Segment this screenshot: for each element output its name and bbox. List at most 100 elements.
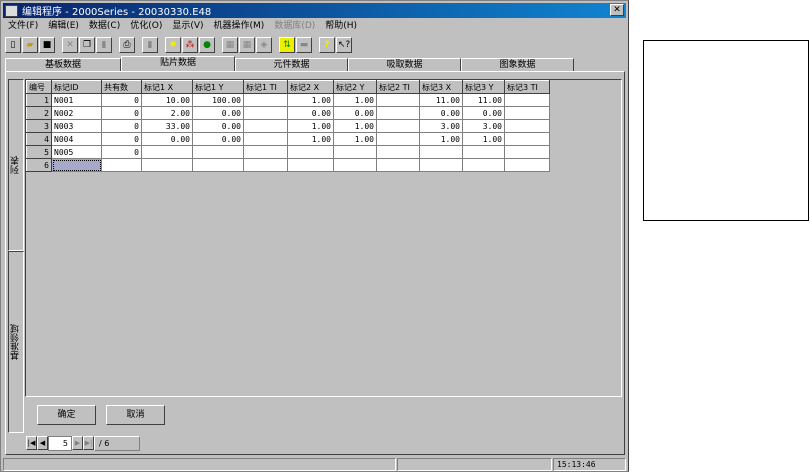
table-cell[interactable] [243, 119, 288, 133]
row-header[interactable]: 5 [26, 145, 52, 159]
table-cell[interactable] [504, 93, 550, 107]
tool2-icon[interactable]: ▦ [239, 37, 255, 53]
table-cell[interactable]: 1.00 [287, 119, 334, 133]
side-tab-list[interactable]: 列表 [8, 79, 24, 251]
menu-help[interactable]: 帮助(H) [320, 19, 362, 33]
lightbulb-icon[interactable]: ✹ [165, 37, 181, 53]
table-cell[interactable]: 0 [101, 132, 142, 146]
cut-icon[interactable]: ✕ [62, 37, 78, 53]
table-cell[interactable] [504, 132, 550, 146]
table-cell[interactable]: 0 [101, 119, 142, 133]
new-icon[interactable]: ▯ [5, 37, 21, 53]
tool3-icon[interactable]: ◈ [256, 37, 272, 53]
column-header[interactable]: 标记1 Y [192, 80, 244, 94]
table-cell[interactable]: 0.00 [462, 106, 505, 120]
table-cell[interactable] [243, 158, 288, 172]
table-cell[interactable]: 11.00 [419, 93, 463, 107]
parts-icon[interactable]: ● [199, 37, 215, 53]
convert-icon[interactable]: ⇅ [279, 37, 295, 53]
find-icon[interactable]: ▮ [142, 37, 158, 53]
table-cell[interactable] [376, 158, 420, 172]
column-header[interactable]: 标记3 X [419, 80, 463, 94]
table-cell[interactable]: 0.00 [141, 132, 193, 146]
table-cell[interactable]: N002 [51, 106, 102, 120]
table-cell[interactable] [141, 158, 193, 172]
table-cell[interactable]: 2.00 [141, 106, 193, 120]
table-cell[interactable] [376, 119, 420, 133]
menu-data[interactable]: 数据(C) [84, 19, 125, 33]
table-cell[interactable] [243, 93, 288, 107]
table-cell[interactable]: 1.00 [419, 132, 463, 146]
menu-machine[interactable]: 机器操作(M) [209, 19, 270, 33]
table-cell[interactable]: 0.00 [192, 132, 244, 146]
table-cell[interactable] [376, 93, 420, 107]
table-cell[interactable]: 1.00 [333, 93, 377, 107]
table-cell[interactable]: 100.00 [192, 93, 244, 107]
menu-view[interactable]: 显示(V) [167, 19, 208, 33]
table-cell[interactable] [504, 145, 550, 159]
row-header[interactable]: 6 [26, 158, 52, 172]
table-cell[interactable] [462, 158, 505, 172]
table-cell[interactable]: 10.00 [141, 93, 193, 107]
table-cell[interactable] [287, 158, 334, 172]
table-cell[interactable] [287, 145, 334, 159]
table-cell[interactable]: 0 [101, 106, 142, 120]
table-cell[interactable]: 0 [101, 145, 142, 159]
open-icon[interactable]: ▰ [22, 37, 38, 53]
table-cell[interactable] [243, 132, 288, 146]
table-cell[interactable]: N001 [51, 93, 102, 107]
table-cell[interactable]: 0.00 [192, 119, 244, 133]
table-cell[interactable]: 1.00 [333, 132, 377, 146]
menu-edit[interactable]: 编辑(E) [43, 19, 84, 33]
tab-board-data[interactable]: 基板数据 [5, 58, 121, 72]
table-cell[interactable]: N004 [51, 132, 102, 146]
close-button[interactable]: ✕ [610, 4, 624, 16]
tab-placement-data[interactable]: 贴片数据 [121, 56, 235, 72]
table-cell[interactable]: N003 [51, 119, 102, 133]
column-header[interactable]: 标记2 X [287, 80, 334, 94]
table-cell[interactable]: 1.00 [287, 93, 334, 107]
menu-optimize[interactable]: 优化(O) [125, 19, 167, 33]
row-header[interactable]: 3 [26, 119, 52, 133]
table-cell[interactable]: 1.00 [287, 132, 334, 146]
table-cell[interactable]: 3.00 [462, 119, 505, 133]
table-cell[interactable]: N005 [51, 145, 102, 159]
table-cell[interactable] [462, 145, 505, 159]
table-cell[interactable] [419, 158, 463, 172]
column-header[interactable]: 标记ID [51, 80, 102, 94]
table-cell[interactable]: 11.00 [462, 93, 505, 107]
cancel-button[interactable]: 取消 [106, 405, 165, 425]
table-cell[interactable] [504, 119, 550, 133]
help-icon[interactable]: ? [319, 37, 335, 53]
table-cell[interactable]: 3.00 [419, 119, 463, 133]
column-header[interactable]: 标记2 Y [333, 80, 377, 94]
row-header[interactable]: 4 [26, 132, 52, 146]
table-cell[interactable]: 0 [101, 93, 142, 107]
record-number-input[interactable]: 5 [48, 435, 72, 451]
copy-icon[interactable]: ❐ [79, 37, 95, 53]
table-cell[interactable] [504, 106, 550, 120]
table-cell[interactable]: 0.00 [419, 106, 463, 120]
tab-image-data[interactable]: 图象数据 [461, 58, 574, 72]
table-cell[interactable] [376, 145, 420, 159]
menu-database[interactable]: 数据库(D) [269, 19, 320, 33]
column-header[interactable]: 标记1 TI [243, 80, 288, 94]
next-record-button[interactable]: ▶ [72, 436, 83, 450]
tab-pickup-data[interactable]: 吸取数据 [348, 58, 461, 72]
print-icon[interactable]: ⎙ [119, 37, 135, 53]
row-header[interactable]: 1 [26, 93, 52, 107]
paste-icon[interactable]: ▮ [96, 37, 112, 53]
column-header[interactable]: 共有数 [101, 80, 142, 94]
column-header[interactable]: 标记2 TI [376, 80, 420, 94]
ok-button[interactable]: 确定 [37, 405, 96, 425]
table-cell[interactable] [376, 132, 420, 146]
table-cell[interactable]: 1.00 [462, 132, 505, 146]
table-cell[interactable] [333, 145, 377, 159]
table-cell[interactable] [243, 106, 288, 120]
table-cell[interactable] [419, 145, 463, 159]
row-header[interactable]: 2 [26, 106, 52, 120]
first-record-button[interactable]: |◀ [26, 436, 37, 450]
table-cell[interactable] [192, 158, 244, 172]
side-tab-fiducial[interactable]: 基准领域 [8, 251, 24, 433]
last-record-button[interactable]: ▶| [83, 436, 94, 450]
